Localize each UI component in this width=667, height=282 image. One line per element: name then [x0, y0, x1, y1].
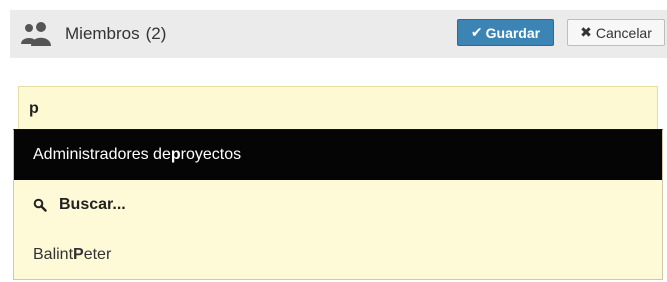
- search-icon: [33, 198, 47, 212]
- save-button[interactable]: ✔ Guardar: [457, 19, 554, 46]
- search-more-label: Buscar...: [59, 196, 126, 213]
- members-icon: [21, 22, 51, 46]
- suggestion-suffix: eter: [83, 246, 112, 263]
- check-icon: ✔: [470, 24, 483, 40]
- close-icon: ✖: [580, 24, 592, 40]
- suggestion-suffix: royectos: [180, 146, 242, 163]
- suggestion-project-admins[interactable]: Administradores de p royectos: [14, 130, 662, 180]
- search-more-option[interactable]: Buscar...: [14, 180, 662, 230]
- cancel-button[interactable]: ✖ Cancelar: [567, 19, 665, 46]
- members-header: Miembros (2) ✔ Guardar ✖ Cancelar: [10, 10, 667, 58]
- title-label: Miembros: [65, 24, 140, 43]
- member-search-input[interactable]: [18, 86, 658, 130]
- suggestion-match: P: [73, 246, 84, 263]
- save-label: Guardar: [485, 24, 541, 41]
- suggestion-prefix: Administradores de: [33, 146, 171, 163]
- suggestion-prefix: Balint: [33, 246, 74, 263]
- suggestion-user[interactable]: Balint Peter: [14, 230, 662, 280]
- page-title: Miembros (2): [65, 24, 166, 44]
- member-count: (2): [145, 24, 167, 43]
- suggestion-match: p: [170, 146, 181, 163]
- cancel-label: Cancelar: [595, 24, 652, 41]
- autocomplete-dropdown: Administradores de p royectos Buscar... B…: [13, 129, 663, 280]
